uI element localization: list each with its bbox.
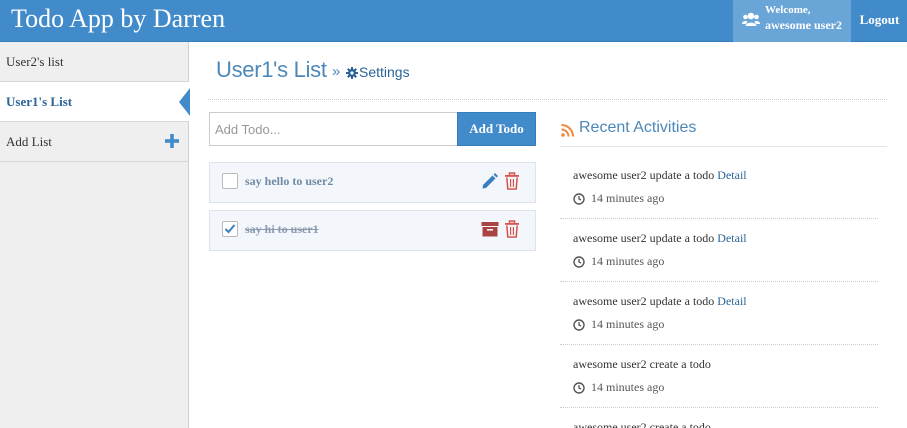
todo-label[interactable]: say hello to user2 <box>245 174 333 189</box>
activity-item: awesome user2 update a todo Detail 14 mi… <box>573 294 883 332</box>
sidebar-item-add-list[interactable]: Add List <box>0 122 189 162</box>
active-arrow-indicator <box>179 88 190 116</box>
activity-item: awesome user2 update a todo Detail 14 mi… <box>573 231 883 269</box>
pencil-icon[interactable] <box>481 172 499 190</box>
todo-item: say hello to user2 <box>209 162 536 203</box>
activity-item: awesome user2 create a todo 14 minutes a… <box>573 357 883 395</box>
activity-text: awesome user2 create a todo <box>573 420 711 428</box>
settings-label: Settings <box>359 64 410 80</box>
activity-time: 14 minutes ago <box>591 317 665 331</box>
activity-text: awesome user2 update a todo <box>573 168 715 182</box>
activity-separator <box>560 218 878 219</box>
sidebar-item-user1-list[interactable]: User1's List <box>0 82 190 122</box>
sidebar: User2's list User1's List Add List <box>0 42 190 428</box>
username-label: awesome user2 <box>765 18 842 32</box>
todo-checkbox[interactable] <box>222 173 238 189</box>
activity-separator <box>560 407 878 408</box>
activity-detail-link[interactable]: Detail <box>717 231 746 245</box>
activity-text: awesome user2 update a todo <box>573 231 715 245</box>
add-todo-input[interactable] <box>209 112 458 146</box>
logout-button[interactable]: Logout <box>852 0 907 42</box>
clock-icon <box>573 319 585 331</box>
sidebar-item-label: Add List <box>6 134 52 149</box>
checkmark-icon <box>224 224 236 234</box>
archive-icon[interactable] <box>481 220 499 238</box>
recent-activities-title: Recent Activities <box>579 119 697 136</box>
activity-time: 14 minutes ago <box>591 380 665 394</box>
sidebar-item-label: User1's List <box>6 94 73 109</box>
activity-text: awesome user2 create a todo <box>573 357 711 371</box>
activity-time: 14 minutes ago <box>591 191 665 205</box>
activities-divider <box>560 146 887 147</box>
activity-detail-link[interactable]: Detail <box>717 294 746 308</box>
activity-text: awesome user2 update a todo <box>573 294 715 308</box>
activity-time: 14 minutes ago <box>591 254 665 268</box>
header-divider <box>208 99 887 100</box>
plus-icon[interactable] <box>165 134 179 148</box>
activity-detail-link[interactable]: Detail <box>717 168 746 182</box>
todo-item: say hi to user1 <box>209 210 536 251</box>
breadcrumb-separator: » <box>332 63 341 80</box>
page-title: User1's List <box>216 57 327 82</box>
clock-icon <box>573 256 585 268</box>
user-welcome[interactable]: Welcome, awesome user2 <box>733 0 851 42</box>
sidebar-item-user2-list[interactable]: User2's list <box>0 42 189 82</box>
gear-icon <box>346 67 358 79</box>
trash-icon[interactable] <box>504 172 520 190</box>
activity-separator <box>560 281 878 282</box>
welcome-label: Welcome, <box>765 4 811 16</box>
activity-item: awesome user2 update a todo Detail 14 mi… <box>573 168 883 206</box>
activity-separator <box>560 344 878 345</box>
users-icon <box>742 12 760 26</box>
trash-icon[interactable] <box>504 220 520 238</box>
sidebar-item-label: User2's list <box>6 54 64 69</box>
top-navbar: Todo App by Darren Welcome, awesome user… <box>0 0 907 42</box>
activity-item: awesome user2 create a todo <box>573 420 883 428</box>
clock-icon <box>573 193 585 205</box>
todo-checkbox-checked[interactable] <box>222 221 238 237</box>
rss-icon <box>561 124 574 137</box>
clock-icon <box>573 382 585 394</box>
todo-label[interactable]: say hi to user1 <box>245 222 319 237</box>
add-todo-button[interactable]: Add Todo <box>457 112 536 146</box>
app-brand[interactable]: Todo App by Darren <box>11 2 225 36</box>
